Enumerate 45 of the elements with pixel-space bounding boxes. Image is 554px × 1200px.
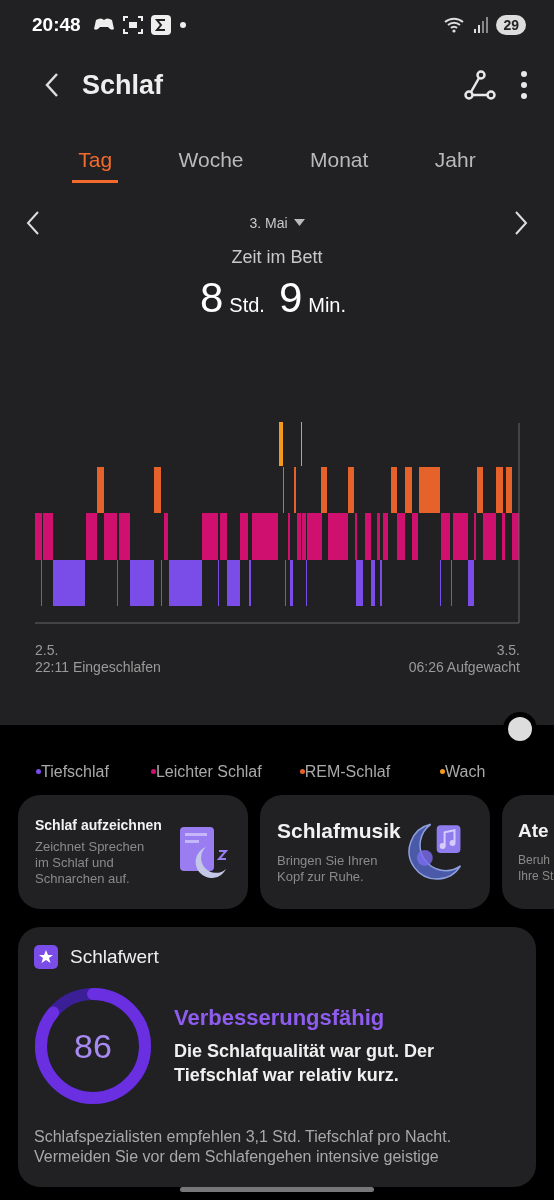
hours-unit: Std. bbox=[229, 294, 265, 317]
card-description: Zeichnet Sprechen im Schlaf und Schnarchen auf. bbox=[35, 839, 146, 887]
share-nodes-icon bbox=[464, 69, 496, 101]
notification-dot-icon bbox=[178, 21, 187, 29]
card-title: Ate bbox=[518, 820, 550, 842]
minutes-unit: Min. bbox=[308, 294, 347, 317]
score-summary: Die Schlafqualität war gut. Der Tiefschlaf war relativ kurz. bbox=[174, 1040, 436, 1087]
right-chevron-icon bbox=[514, 210, 528, 236]
woke-up-time: 06:26 Aufgewacht bbox=[408, 659, 520, 676]
card-title: Schlafmusik bbox=[277, 819, 401, 843]
card-title: Schlafwert bbox=[70, 946, 159, 968]
fell-asleep-time: 22:11 Eingeschlafen bbox=[35, 659, 161, 676]
legend-label: Tiefschlaf bbox=[41, 763, 109, 781]
hours-value: 8 bbox=[199, 274, 224, 322]
advice-text: Schlafspezialisten empfehlen 3,1 Std. Tiefschlaf pro Nacht. Vermeiden Sie vor dem Schlafengehen intensive geistige bbox=[34, 1127, 453, 1167]
battery-indicator: 29 bbox=[496, 15, 526, 35]
legend-label: Leichter Schlaf bbox=[155, 763, 262, 781]
period-tab[interactable]: Woche bbox=[172, 134, 250, 183]
left-chevron-icon bbox=[26, 210, 40, 236]
screenshot-icon bbox=[122, 16, 143, 34]
feature-card[interactable]: Schlaf aufzeichnen Zeichnet Sprechen im Schlaf und Schnarchen auf. bbox=[18, 795, 248, 909]
score-value: 86 bbox=[73, 1027, 113, 1066]
status-time: 20:48 bbox=[32, 14, 81, 36]
legend-label: Wach bbox=[445, 763, 486, 781]
score-rating: Verbesserungsfähig bbox=[174, 1005, 386, 1031]
sigma-app-icon bbox=[150, 15, 171, 35]
vertical-dots-icon bbox=[520, 70, 528, 100]
date-dropdown[interactable]: 3. Mai bbox=[243, 214, 311, 232]
card-title: Schlaf aufzeichnen bbox=[35, 817, 163, 833]
minutes-value: 9 bbox=[278, 274, 303, 322]
feature-card[interactable]: Schlafmusik Bringen Sie Ihren Kopf zur Ruhe. bbox=[260, 795, 490, 909]
period-tab[interactable]: Tag bbox=[72, 134, 119, 183]
card-description: Beruh Ihre St bbox=[518, 852, 554, 884]
end-date: 3.5. bbox=[495, 642, 520, 659]
period-tab[interactable]: Monat bbox=[304, 134, 375, 183]
caret-icon bbox=[293, 219, 305, 227]
feature-card[interactable]: Ate Beruh Ihre St bbox=[502, 795, 554, 909]
card-description: Bringen Sie Ihren Kopf zur Ruhe. bbox=[277, 853, 379, 885]
signal-icon bbox=[474, 17, 489, 33]
time-in-bed-label: Zeit im Bett bbox=[230, 247, 324, 268]
period-tab[interactable]: Jahr bbox=[428, 134, 482, 183]
page-title: Schlaf bbox=[82, 69, 165, 101]
legend-label: REM-Schlaf bbox=[304, 763, 391, 781]
start-date: 2.5. bbox=[35, 642, 60, 659]
game-controller-icon bbox=[92, 17, 115, 33]
